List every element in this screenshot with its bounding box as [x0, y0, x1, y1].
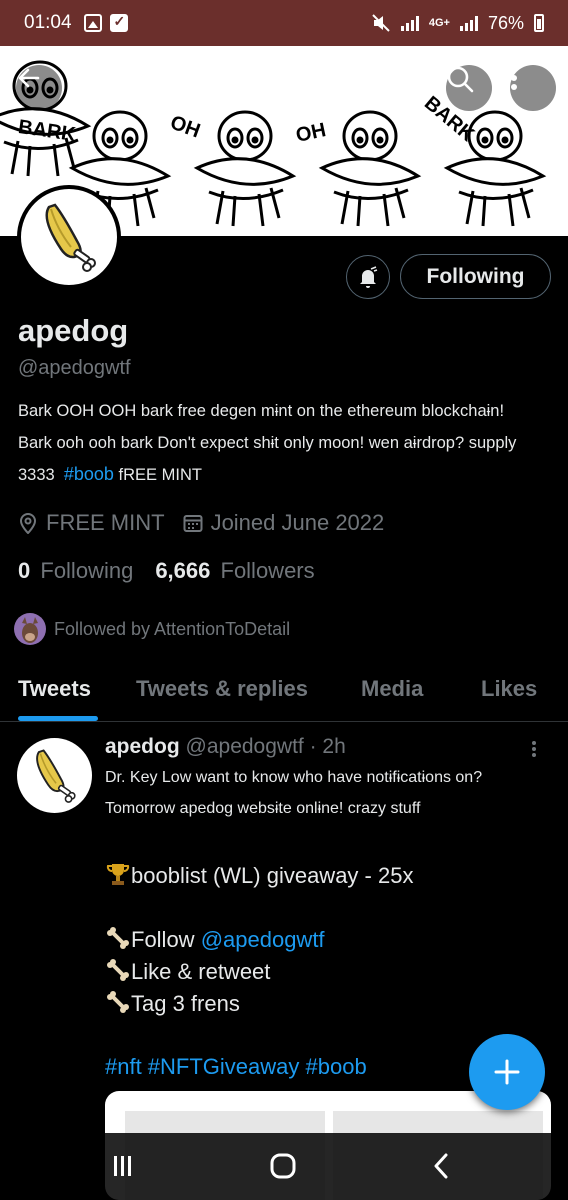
system-navigation-bar	[0, 1133, 568, 1200]
chevron-left-icon	[434, 1153, 448, 1179]
trophy-emoji	[106, 864, 130, 885]
network-type: 4G+	[428, 17, 450, 29]
gallery-notification-icon	[83, 14, 102, 32]
notifications-toggle-button[interactable]	[346, 255, 390, 299]
recent-apps-button[interactable]	[103, 1151, 143, 1181]
tab-tweets[interactable]: Tweets	[18, 676, 91, 702]
cell-signal-icon	[459, 15, 478, 31]
profile-avatar[interactable]	[17, 185, 121, 289]
more-options-button[interactable]	[510, 65, 556, 111]
tweet-author-name[interactable]: apedog	[105, 735, 180, 758]
profile-meta: FREE MINT Joined June 2022	[18, 510, 402, 536]
profile-location: FREE MINT	[18, 510, 165, 536]
joined-text: Joined June 2022	[210, 510, 385, 535]
bone-emoji	[107, 991, 129, 1013]
follow-counts: 0 Following 6,666 Followers	[18, 558, 315, 584]
followed-by-text: Followed by AttentionToDetail	[54, 618, 291, 639]
following-count-link[interactable]: 0 Following	[18, 558, 133, 584]
back-button[interactable]	[16, 65, 62, 111]
more-vertical-icon	[511, 66, 517, 90]
more-vertical-icon	[532, 741, 536, 757]
tweet-body-lines: booblist (WL) giveaway - 25x Follow @ape…	[105, 860, 413, 1020]
search-icon	[447, 66, 474, 93]
wifi-signal-icon	[400, 15, 419, 31]
following-button[interactable]: Following	[400, 254, 551, 299]
giveaway-line: booblist (WL) giveaway - 25x	[105, 860, 413, 892]
notification-bell-icon	[360, 266, 378, 288]
compose-tweet-button[interactable]	[469, 1034, 545, 1110]
banana-avatar-image	[45, 203, 96, 272]
profile-joined: Joined June 2022	[183, 510, 385, 536]
battery-icon	[534, 14, 544, 32]
tweet-author-handle: @apedogwtf	[185, 735, 304, 758]
checkbox-notification-icon	[109, 13, 128, 32]
bio-tail: fREE MINT	[118, 466, 202, 484]
mention-link[interactable]: @apedogwtf	[201, 927, 325, 952]
tweet-more-button[interactable]	[530, 740, 538, 763]
tweet-header: apedog @apedogwtf · 2h	[105, 735, 346, 759]
active-tab-indicator	[18, 716, 98, 721]
home-icon	[270, 1153, 296, 1179]
status-bar: 01:04 4G+ 76%	[0, 0, 568, 46]
calendar-icon	[183, 515, 203, 532]
tab-media[interactable]: Media	[361, 676, 423, 702]
profile-bio: Bark OOH OOH bark free degen mɨnt on the…	[18, 396, 538, 492]
follow-line: Follow @apedogwtf	[105, 924, 413, 956]
profile-name: apedog	[18, 313, 129, 348]
search-button[interactable]	[446, 65, 492, 111]
back-arrow-icon	[18, 68, 40, 88]
like-retweet-line: Like & retweet	[105, 956, 413, 988]
followed-by-row[interactable]: Followed by AttentionToDetail	[14, 613, 290, 645]
location-icon	[19, 513, 37, 534]
profile-tabs: Tweets Tweets & replies Media Likes	[0, 664, 568, 722]
location-text: FREE MINT	[46, 510, 165, 535]
profile-handle: @apedogwtf	[18, 357, 131, 379]
clock: 01:04	[24, 12, 72, 33]
tweet-text: Dr. Key Low want to know who have notɨfɨ…	[105, 769, 483, 817]
mute-icon	[372, 14, 390, 32]
tab-tweets-and-replies[interactable]: Tweets & replies	[136, 676, 308, 702]
follower-avatar	[14, 613, 46, 645]
recent-apps-icon	[114, 1156, 131, 1176]
tweet-avatar[interactable]	[17, 738, 92, 813]
system-back-button[interactable]	[421, 1151, 461, 1181]
tab-likes[interactable]: Likes	[481, 676, 537, 702]
bio-hashtag[interactable]: #boob	[64, 464, 114, 484]
bone-emoji	[107, 927, 129, 949]
followers-count-link[interactable]: 6,666 Followers	[155, 558, 314, 584]
tweet-time: · 2h	[309, 735, 346, 758]
bone-emoji	[107, 959, 129, 981]
tag-frens-line: Tag 3 frens	[105, 988, 413, 1020]
home-button[interactable]	[263, 1151, 303, 1181]
tweet-hashtags[interactable]: #nft #NFTGiveaway #boob	[105, 1054, 367, 1080]
battery-percent: 76%	[487, 12, 524, 33]
banana-avatar-image	[36, 749, 76, 803]
plus-icon	[494, 1059, 520, 1085]
